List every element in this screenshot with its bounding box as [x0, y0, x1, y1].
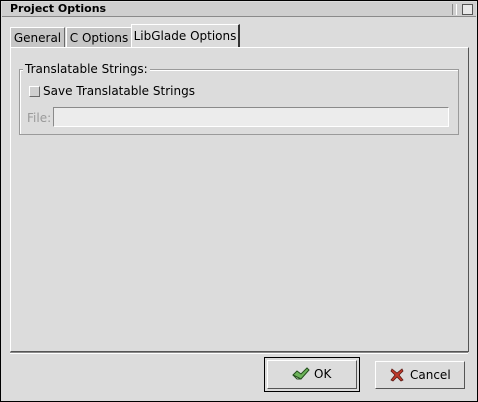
project-options-window: Project Options General C Options LibGla… — [0, 0, 478, 402]
window-title: Project Options — [10, 2, 107, 15]
libglade-options-page: Translatable Strings: Save Translatable … — [10, 47, 469, 352]
save-translatable-strings-label[interactable]: Save Translatable Strings — [43, 83, 195, 99]
tab-c-options[interactable]: C Options — [66, 27, 132, 48]
tab-libglade-options[interactable]: LibGlade Options — [131, 24, 240, 49]
ok-check-icon — [292, 367, 310, 380]
file-field[interactable] — [53, 107, 449, 127]
button-separator — [10, 352, 468, 354]
save-translatable-strings-checkbox[interactable] — [29, 86, 40, 97]
translatable-strings-label: Translatable Strings: — [23, 61, 150, 77]
file-label: File: — [27, 111, 52, 125]
titlebar-separator — [452, 4, 457, 15]
maximize-button[interactable] — [462, 4, 473, 15]
ok-button[interactable]: OK — [267, 360, 357, 389]
ok-label: OK — [314, 367, 332, 381]
title-bar[interactable]: Project Options — [2, 2, 476, 17]
cancel-label: Cancel — [410, 368, 451, 382]
cancel-button[interactable]: Cancel — [375, 361, 465, 389]
tab-general[interactable]: General — [10, 27, 65, 48]
cancel-x-icon — [390, 368, 404, 382]
